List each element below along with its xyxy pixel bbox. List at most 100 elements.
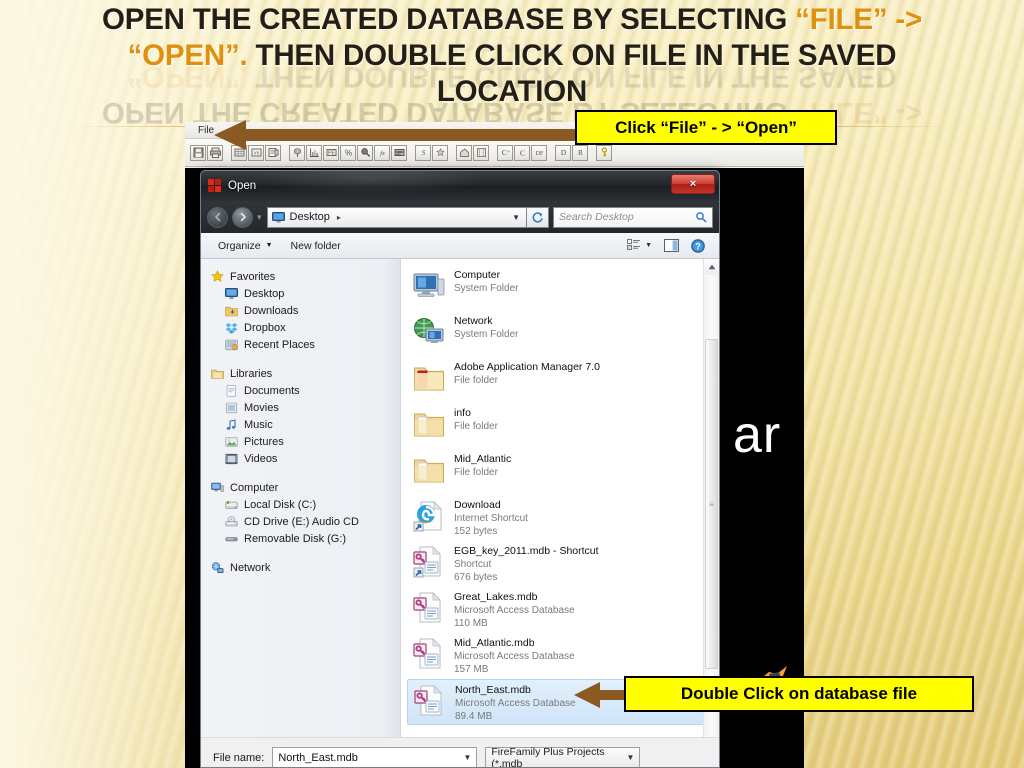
list-item[interactable]: Computer System Folder [407,265,719,311]
sidebar-item-documents[interactable]: Documents [207,382,400,399]
arrow-to-file-menu [214,120,584,150]
file-name: Great_Lakes.mdb [454,591,538,603]
sidebar-item-movies[interactable]: Movies [207,399,400,416]
chevron-down-icon: ▼ [265,241,273,249]
sidebar-item-pictures[interactable]: Pictures [207,433,400,450]
breadcrumb-caret-icon: ▾ [257,211,262,222]
key-icon[interactable] [596,144,612,161]
file-type: File folder [454,467,498,478]
sidebar-item-local-disk-c[interactable]: Local Disk (C:) [207,496,400,513]
backdrop-word: ar [733,406,782,464]
file-list[interactable]: Computer System Folder Network System Fo… [401,259,719,737]
file-size: 157 MB [454,664,489,675]
list-item-meta: info File folder [454,406,498,433]
sidebar-item-videos[interactable]: Videos [207,450,400,467]
list-item[interactable]: EGB_key_2011.mdb - Shortcut Shortcut 676… [407,541,719,587]
computer-icon [413,273,445,297]
list-item[interactable]: Mid_Atlantic File folder [407,449,719,495]
back-button[interactable] [207,206,228,228]
callout-file-text: Click “File” - > “Open” [615,117,797,137]
list-item[interactable]: Great_Lakes.mdb Microsoft Access Databas… [407,587,719,633]
sidebar-item-computer[interactable]: Computer [207,479,400,496]
file-name: Download [454,499,501,511]
list-item[interactable]: Mid_Atlantic.mdb Microsoft Access Databa… [407,633,719,679]
organize-label: Organize [218,239,261,252]
sidebar-item-cd-drive-e[interactable]: CD Drive (E:) Audio CD [207,513,400,530]
dialog-footer: File name: North_East.mdb ▼ FireFamily P… [201,737,719,768]
sidebar-item-libraries[interactable]: Libraries [207,365,400,382]
file-list-scrollbar[interactable]: ≡ [703,259,719,737]
sidebar-label: Desktop [244,287,285,300]
desktop-icon [271,211,285,223]
list-item-meta: Adobe Application Manager 7.0 File folde… [454,360,600,387]
list-item[interactable]: info File folder [407,403,719,449]
file-type-filter-value: FireFamily Plus Projects (*.mdb [491,745,605,768]
sidebar-label: Libraries [230,367,273,380]
file-name: Adobe Application Manager 7.0 [454,361,600,373]
scrollbar-thumb[interactable]: ≡ [705,339,718,669]
file-type: File folder [454,375,498,386]
nav-group-computer: Computer Local Disk (C:) CD Drive (E:) A… [207,479,400,547]
file-name: North_East.mdb [455,684,531,696]
callout-click-file-open: Click “File” - > “Open” [575,110,837,145]
file-size: 89.4 MB [455,711,493,722]
sidebar-item-removable-disk-g[interactable]: Removable Disk (G:) [207,530,400,547]
title-line-2: “OPEN”. THEN DOUBLE CLICK ON FILE IN THE… [70,38,954,74]
forward-button[interactable] [232,206,253,228]
file-type: Microsoft Access Database [455,698,576,709]
preview-pane-button[interactable] [658,239,685,252]
file-name: Network [454,315,493,327]
videos-icon [224,452,238,465]
title-line-2-text: THEN DOUBLE CLICK ON FILE IN THE SAVED [247,39,897,72]
sidebar-item-downloads[interactable]: Downloads [207,302,400,319]
search-input[interactable]: Search Desktop [553,206,713,228]
view-options-button[interactable]: ▼ [621,239,658,252]
sidebar-item-desktop[interactable]: Desktop [207,285,400,302]
list-item-meta: Computer System Folder [454,268,518,295]
list-item[interactable]: Network System Folder [407,311,719,357]
sidebar-item-dropbox[interactable]: Dropbox [207,319,400,336]
sidebar-item-network[interactable]: Network [207,559,400,576]
search-icon [696,212,707,223]
list-item-meta: North_East.mdb Microsoft Access Database… [455,683,576,723]
address-separator-icon[interactable]: ▸ [337,213,341,222]
file-name: EGB_key_2011.mdb - Shortcut [454,545,599,557]
new-folder-button[interactable]: New folder [282,234,350,258]
folder-icon [414,413,444,437]
help-button[interactable]: ? [685,238,711,253]
list-item[interactable]: Download Internet Shortcut 152 bytes [407,495,719,541]
access-db-icon [413,592,441,623]
network-globe-icon [414,318,444,343]
scrollbar-grip-icon: ≡ [709,499,714,509]
internet-explorer-icon [413,501,442,532]
sidebar-label: Favorites [230,270,276,283]
sidebar-item-music[interactable]: Music [207,416,400,433]
organize-button[interactable]: Organize ▼ [209,234,282,258]
address-dropdown-icon[interactable]: ▼ [512,213,520,222]
address-bar[interactable]: Desktop ▸ ▼ [266,206,527,228]
downloads-icon [224,304,238,317]
filename-label: File name: [213,751,265,764]
refresh-button[interactable] [527,206,549,228]
sidebar-item-favorites[interactable]: Favorites [207,268,400,285]
file-list-items: Computer System Folder Network System Fo… [401,259,719,725]
list-item[interactable]: Adobe Application Manager 7.0 File folde… [407,357,719,403]
filename-input[interactable]: North_East.mdb ▼ [272,747,478,767]
title-line-1-accent: “FILE” -> [795,3,923,36]
scroll-up-icon[interactable] [704,259,719,275]
sidebar-item-recent-places[interactable]: Recent Places [207,336,400,353]
file-type: Internet Shortcut [454,513,528,524]
chevron-down-icon[interactable]: ▼ [463,753,471,762]
folder-icon [414,459,444,483]
file-type-filter-select[interactable]: FireFamily Plus Projects (*.mdb ▼ [485,745,641,768]
app-logo-icon [208,179,221,192]
chevron-down-icon[interactable]: ▼ [626,753,634,762]
save-icon[interactable] [190,144,206,161]
movies-icon [224,401,238,414]
dialog-titlebar[interactable]: Open × [201,171,719,201]
sidebar-label: Downloads [244,304,299,317]
filename-value: North_East.mdb [278,751,358,764]
close-icon[interactable]: × [671,174,715,194]
slide-title: OPEN THE CREATED DATABASE BY SELECTING “… [70,2,954,110]
cd-drive-icon [224,515,238,528]
